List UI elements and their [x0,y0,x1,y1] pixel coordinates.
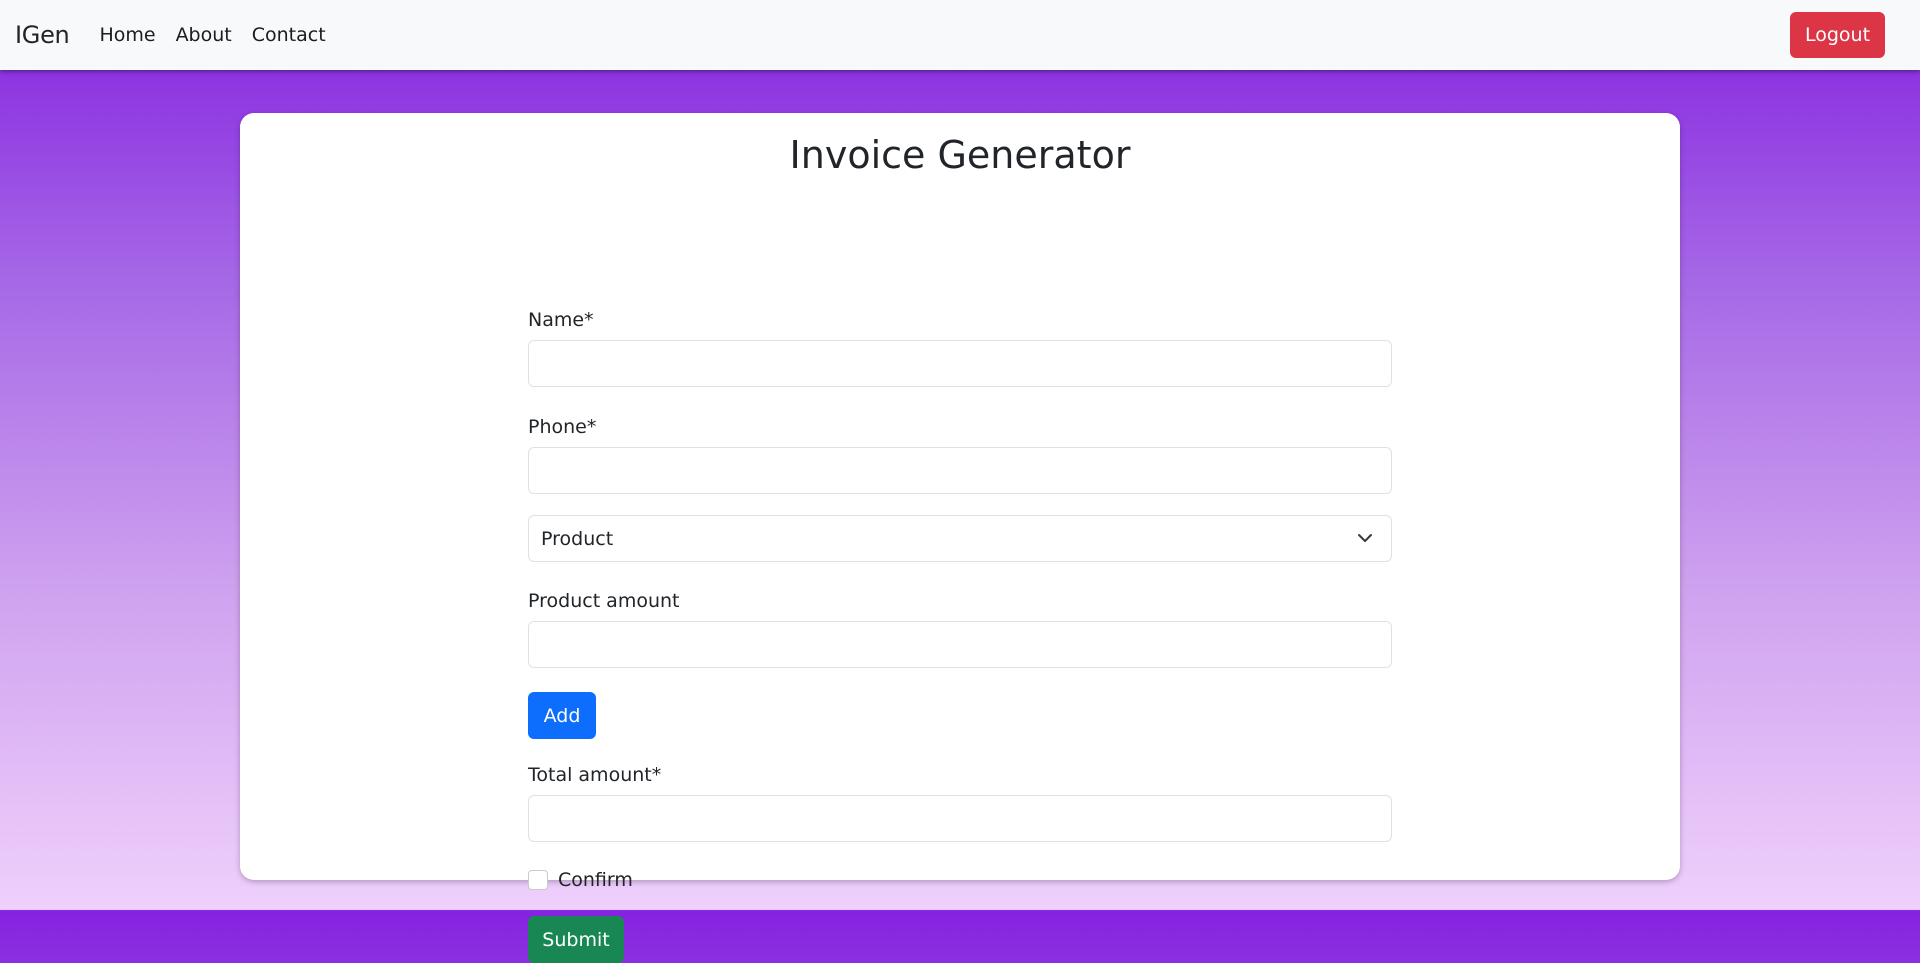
logout-button[interactable]: Logout [1790,12,1885,58]
brand-logo[interactable]: IGen [15,21,70,49]
page-title: Invoice Generator [789,133,1131,177]
total-amount-input[interactable] [528,795,1392,842]
confirm-row: Confirm [528,869,633,891]
add-button[interactable]: Add [528,692,596,739]
phone-label: Phone* [528,416,597,438]
name-label: Name* [528,309,594,331]
chevron-down-icon [1358,534,1372,542]
nav-link-home[interactable]: Home [99,24,155,46]
nav-link-about[interactable]: About [176,24,232,46]
invoice-card: Invoice Generator Name* Phone* Product P… [240,113,1680,963]
submit-button[interactable]: Submit [528,916,624,963]
product-select-value: Product [541,527,614,550]
nav-link-contact[interactable]: Contact [252,24,326,46]
confirm-label[interactable]: Confirm [558,869,633,891]
product-amount-input[interactable] [528,621,1392,668]
confirm-checkbox[interactable] [528,870,548,890]
product-amount-label: Product amount [528,590,680,612]
total-amount-label: Total amount* [528,764,662,786]
name-input[interactable] [528,340,1392,387]
navbar: IGen Home About Contact Logout [0,0,1920,70]
phone-input[interactable] [528,447,1392,494]
product-select[interactable]: Product [528,515,1392,562]
